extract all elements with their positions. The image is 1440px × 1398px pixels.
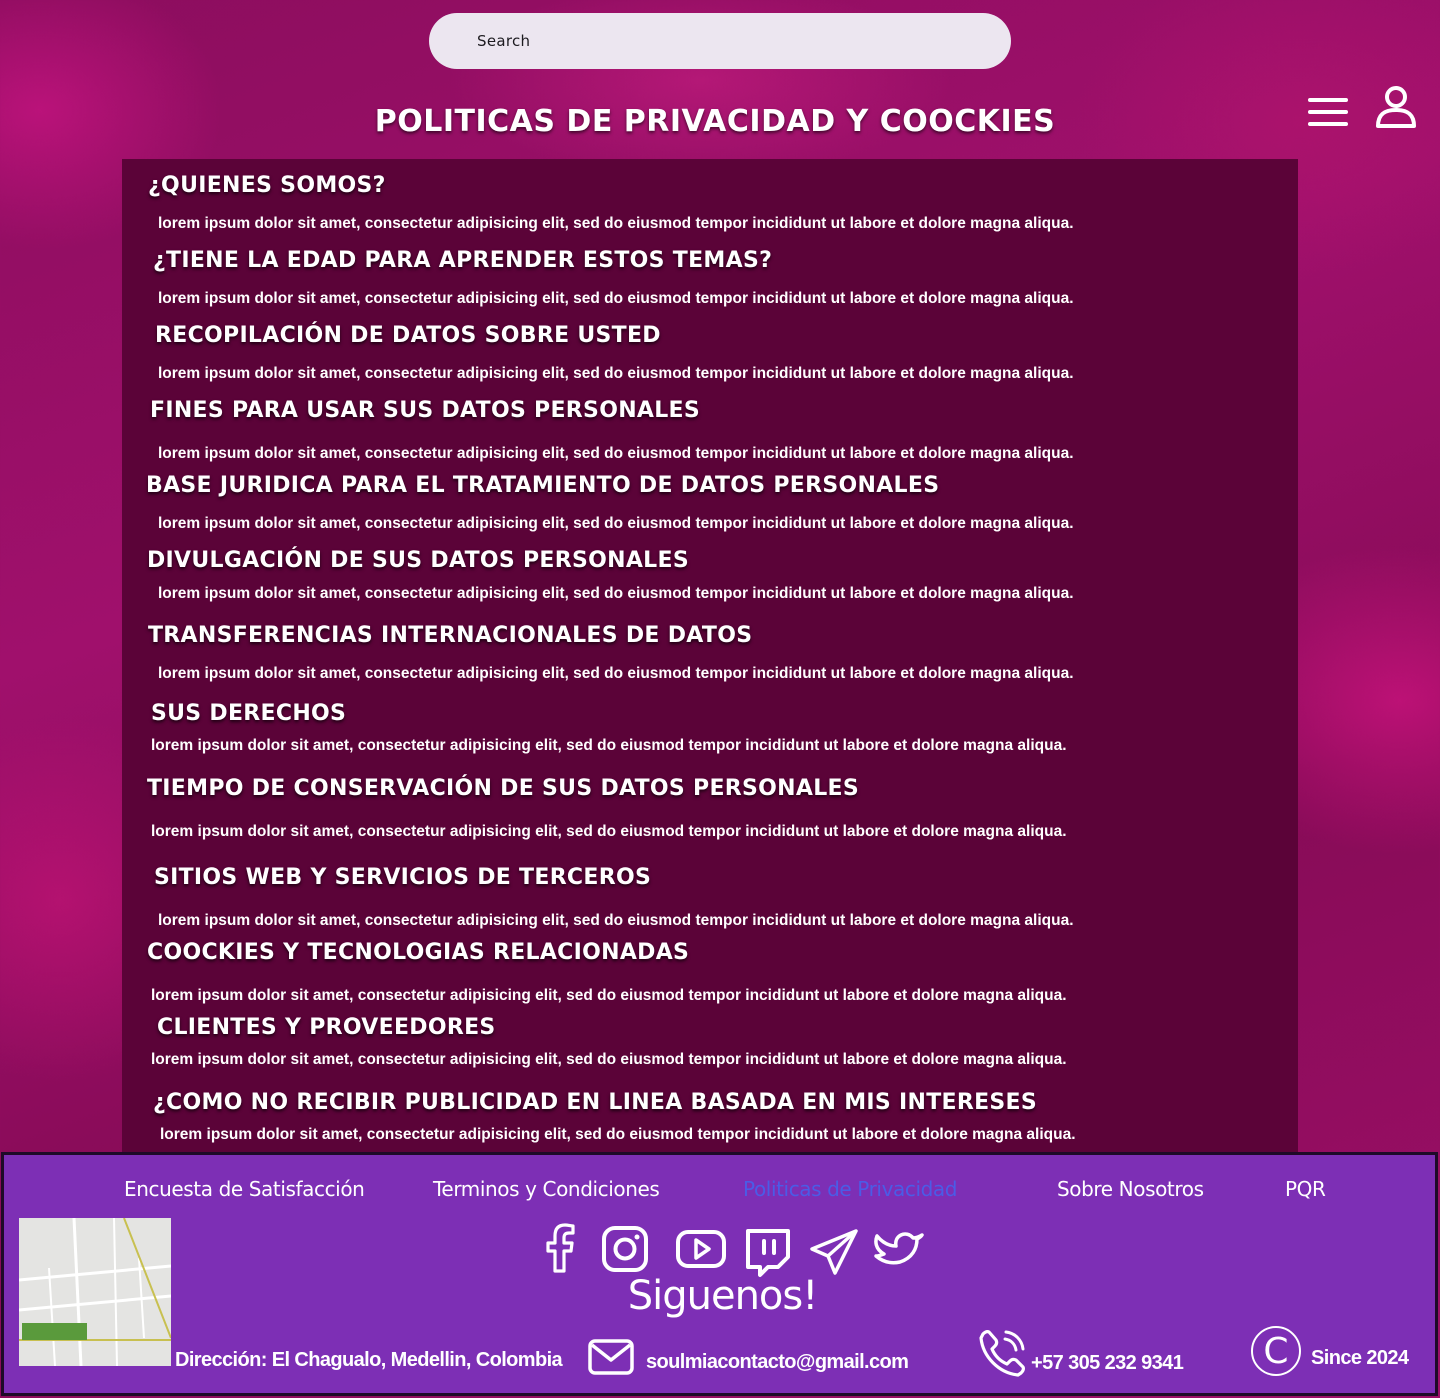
search-bar[interactable] [429, 13, 1011, 69]
footer-link-politicas[interactable]: Politicas de Privacidad [743, 1177, 957, 1201]
section-body: lorem ipsum dolor sit amet, consectetur … [160, 1126, 1076, 1143]
section-body: lorem ipsum dolor sit amet, consectetur … [151, 737, 1067, 754]
instagram-icon[interactable] [599, 1223, 651, 1275]
facebook-icon[interactable] [534, 1223, 586, 1275]
footer-link-encuesta[interactable]: Encuesta de Satisfacción [124, 1177, 365, 1201]
section-heading: ¿QUIENES SOMOS? [148, 173, 386, 198]
section-heading: DIVULGACIÓN DE SUS DATOS PERSONALES [147, 548, 689, 573]
section-heading: SUS DERECHOS [151, 701, 347, 726]
section-heading: CLIENTES Y PROVEEDORES [157, 1015, 496, 1040]
page-title: POLITICAS DE PRIVACIDAD Y COOCKIES [374, 104, 1056, 139]
since-text: Since 2024 [1311, 1347, 1409, 1369]
section-heading: COOCKIES Y TECNOLOGIAS RELACIONADAS [147, 940, 690, 965]
email-text[interactable]: soulmiacontacto@gmail.com [646, 1351, 909, 1374]
section-heading: BASE JURIDICA PARA EL TRATAMIENTO DE DAT… [146, 473, 940, 498]
copyright-icon: C [1251, 1326, 1301, 1376]
section-body: lorem ipsum dolor sit amet, consectetur … [151, 987, 1067, 1004]
section-heading: TIEMPO DE CONSERVACIÓN DE SUS DATOS PERS… [147, 776, 860, 801]
site-footer: Encuesta de Satisfacción Terminos y Cond… [1, 1152, 1438, 1396]
section-body: lorem ipsum dolor sit amet, consectetur … [151, 823, 1067, 840]
twitter-icon[interactable] [873, 1227, 925, 1279]
section-body: lorem ipsum dolor sit amet, consectetur … [158, 912, 1074, 929]
section-heading: ¿COMO NO RECIBIR PUBLICIDAD EN LINEA BAS… [153, 1090, 1038, 1115]
hamburger-menu-icon[interactable] [1306, 95, 1350, 129]
twitch-icon[interactable] [742, 1227, 794, 1279]
email-icon [588, 1339, 634, 1375]
section-body: lorem ipsum dolor sit amet, consectetur … [158, 290, 1074, 307]
footer-link-terminos[interactable]: Terminos y Condiciones [433, 1177, 660, 1201]
section-body: lorem ipsum dolor sit amet, consectetur … [158, 585, 1074, 602]
section-body: lorem ipsum dolor sit amet, consectetur … [158, 515, 1074, 532]
copyright-symbol: C [1263, 1331, 1288, 1372]
follow-us-label: Siguenos! [627, 1273, 819, 1319]
phone-icon [979, 1330, 1025, 1377]
section-heading: FINES PARA USAR SUS DATOS PERSONALES [150, 398, 701, 423]
section-heading: ¿TIENE LA EDAD PARA APRENDER ESTOS TEMAS… [153, 248, 773, 273]
search-input[interactable] [477, 32, 1011, 50]
address-text: Dirección: El Chagualo, Medellin, Colomb… [175, 1349, 563, 1371]
telegram-icon[interactable] [808, 1227, 860, 1279]
section-heading: TRANSFERENCIAS INTERNACIONALES DE DATOS [148, 623, 753, 648]
section-heading: RECOPILACIÓN DE DATOS SOBRE USTED [155, 323, 661, 348]
privacy-content-panel: ¿QUIENES SOMOS? lorem ipsum dolor sit am… [122, 159, 1298, 1154]
section-body: lorem ipsum dolor sit amet, consectetur … [158, 365, 1074, 382]
section-heading: SITIOS WEB Y SERVICIOS DE TERCEROS [154, 865, 652, 890]
section-body: lorem ipsum dolor sit amet, consectetur … [158, 445, 1074, 462]
youtube-icon[interactable] [675, 1223, 727, 1275]
footer-link-pqr[interactable]: PQR [1285, 1177, 1326, 1201]
user-account-icon[interactable] [1374, 85, 1418, 129]
footer-link-sobre-nosotros[interactable]: Sobre Nosotros [1057, 1177, 1204, 1201]
section-body: lorem ipsum dolor sit amet, consectetur … [151, 1051, 1067, 1068]
section-body: lorem ipsum dolor sit amet, consectetur … [158, 665, 1074, 682]
section-body: lorem ipsum dolor sit amet, consectetur … [158, 215, 1074, 232]
phone-text[interactable]: +57 305 232 9341 [1031, 1352, 1184, 1375]
